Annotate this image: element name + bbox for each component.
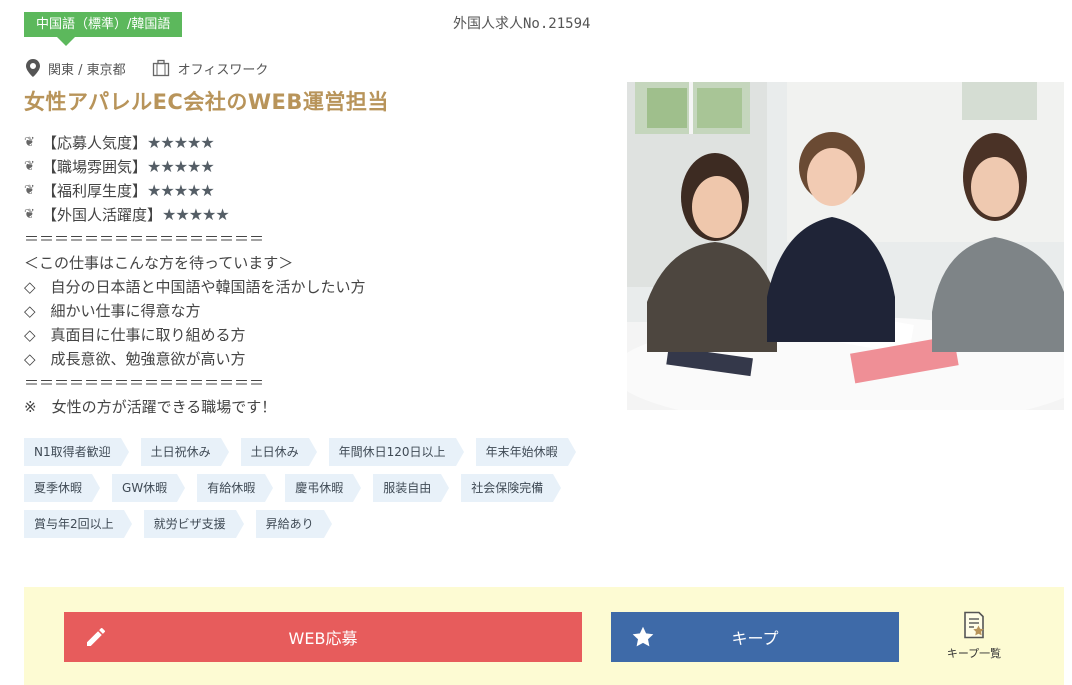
job-type-text: オフィスワーク [177, 62, 269, 78]
pencil-icon [84, 625, 108, 653]
job-description: ❦ 【応募人気度】 ★★★★★ ❦ 【職場雰囲気】 ★★★★★ ❦ 【福利厚生度… [24, 131, 604, 419]
map-pin-icon [26, 59, 40, 77]
divider: ＝＝＝＝＝＝＝＝＝＝＝＝＝＝＝＝ [24, 230, 265, 248]
job-meta: 関東 / 東京都 オフィスワーク [26, 58, 268, 78]
rating-stars: ★★★★★ [147, 181, 215, 200]
divider: ＝＝＝＝＝＝＝＝＝＝＝＝＝＝＝＝ [24, 374, 265, 392]
tag-row: N1取得者歓迎 土日祝休み 土日休み 年間休日120日以上 年末年始休暇 [24, 438, 614, 466]
flower-icon: ❦ [24, 159, 35, 174]
feature-tag: 服装自由 [373, 474, 450, 502]
feature-tag: 慶弔休暇 [285, 474, 362, 502]
feature-tags: N1取得者歓迎 土日祝休み 土日休み 年間休日120日以上 年末年始休暇 夏季休… [24, 438, 614, 546]
description-item: ◇ 成長意欲、勉強意欲が高い方 [24, 350, 246, 368]
briefcase-icon [152, 59, 170, 77]
flower-icon: ❦ [24, 207, 35, 222]
description-item: ◇ 真面目に仕事に取り組める方 [24, 326, 246, 344]
rating-benefits: ❦ 【福利厚生度】 ★★★★★ [24, 179, 604, 203]
description-heading: ＜この仕事はこんな方を待っています＞ [24, 254, 294, 272]
rating-popularity: ❦ 【応募人気度】 ★★★★★ [24, 131, 604, 155]
tag-row: 夏季休暇 GW休暇 有給休暇 慶弔休暇 服装自由 社会保険完備 [24, 474, 614, 502]
keep-label: キープ [731, 629, 779, 648]
feature-tag: 有給休暇 [197, 474, 274, 502]
rating-stars: ★★★★★ [147, 133, 215, 152]
office-team-photo [627, 82, 1064, 410]
web-apply-label: WEB応募 [288, 629, 358, 648]
description-note: ※ 女性の方が活躍できる職場です！ [24, 398, 277, 416]
rating-label: 【職場雰囲気】 [42, 158, 148, 176]
action-bar: WEB応募 キープ キープ一覧 [24, 587, 1064, 685]
language-badge: 中国語（標準）/韓国語 [24, 12, 183, 46]
flower-icon: ❦ [24, 135, 35, 150]
rating-stars: ★★★★★ [162, 205, 230, 224]
rating-label: 【福利厚生度】 [42, 182, 148, 200]
flower-icon: ❦ [24, 183, 35, 198]
keep-list-label: キープ一覧 [946, 647, 1002, 660]
document-star-icon [961, 611, 987, 643]
rating-foreigner-activity: ❦ 【外国人活躍度】 ★★★★★ [24, 203, 604, 227]
feature-tag: 年間休日120日以上 [328, 438, 464, 466]
rating-label: 【外国人活躍度】 [42, 206, 163, 224]
rating-stars: ★★★★★ [147, 157, 215, 176]
description-item: ◇ 自分の日本語と中国語や韓国語を活かしたい方 [24, 278, 366, 296]
keep-list-link[interactable]: キープ一覧 [939, 611, 1009, 663]
feature-tag: GW休暇 [112, 474, 186, 502]
rating-atmosphere: ❦ 【職場雰囲気】 ★★★★★ [24, 155, 604, 179]
feature-tag: 夏季休暇 [24, 474, 101, 502]
feature-tag: N1取得者歓迎 [24, 438, 129, 466]
feature-tag: 土日祝休み [140, 438, 229, 466]
location-text: 関東 / 東京都 [48, 62, 126, 78]
feature-tag: 昇給あり [255, 510, 332, 538]
keep-button[interactable]: キープ [611, 612, 899, 662]
rating-label: 【応募人気度】 [42, 134, 148, 152]
feature-tag: 社会保険完備 [461, 474, 562, 502]
job-title: 女性アパレルEC会社のWEB運営担当 [24, 90, 389, 114]
feature-tag: 賞与年2回以上 [24, 510, 132, 538]
job-number: 外国人求人No.21594 [453, 16, 591, 32]
web-apply-button[interactable]: WEB応募 [64, 612, 582, 662]
feature-tag: 就労ビザ支援 [143, 510, 244, 538]
tag-row: 賞与年2回以上 就労ビザ支援 昇給あり [24, 510, 614, 538]
star-icon [631, 625, 655, 653]
feature-tag: 土日休み [240, 438, 317, 466]
description-item: ◇ 細かい仕事に得意な方 [24, 302, 201, 320]
feature-tag: 年末年始休暇 [475, 438, 576, 466]
